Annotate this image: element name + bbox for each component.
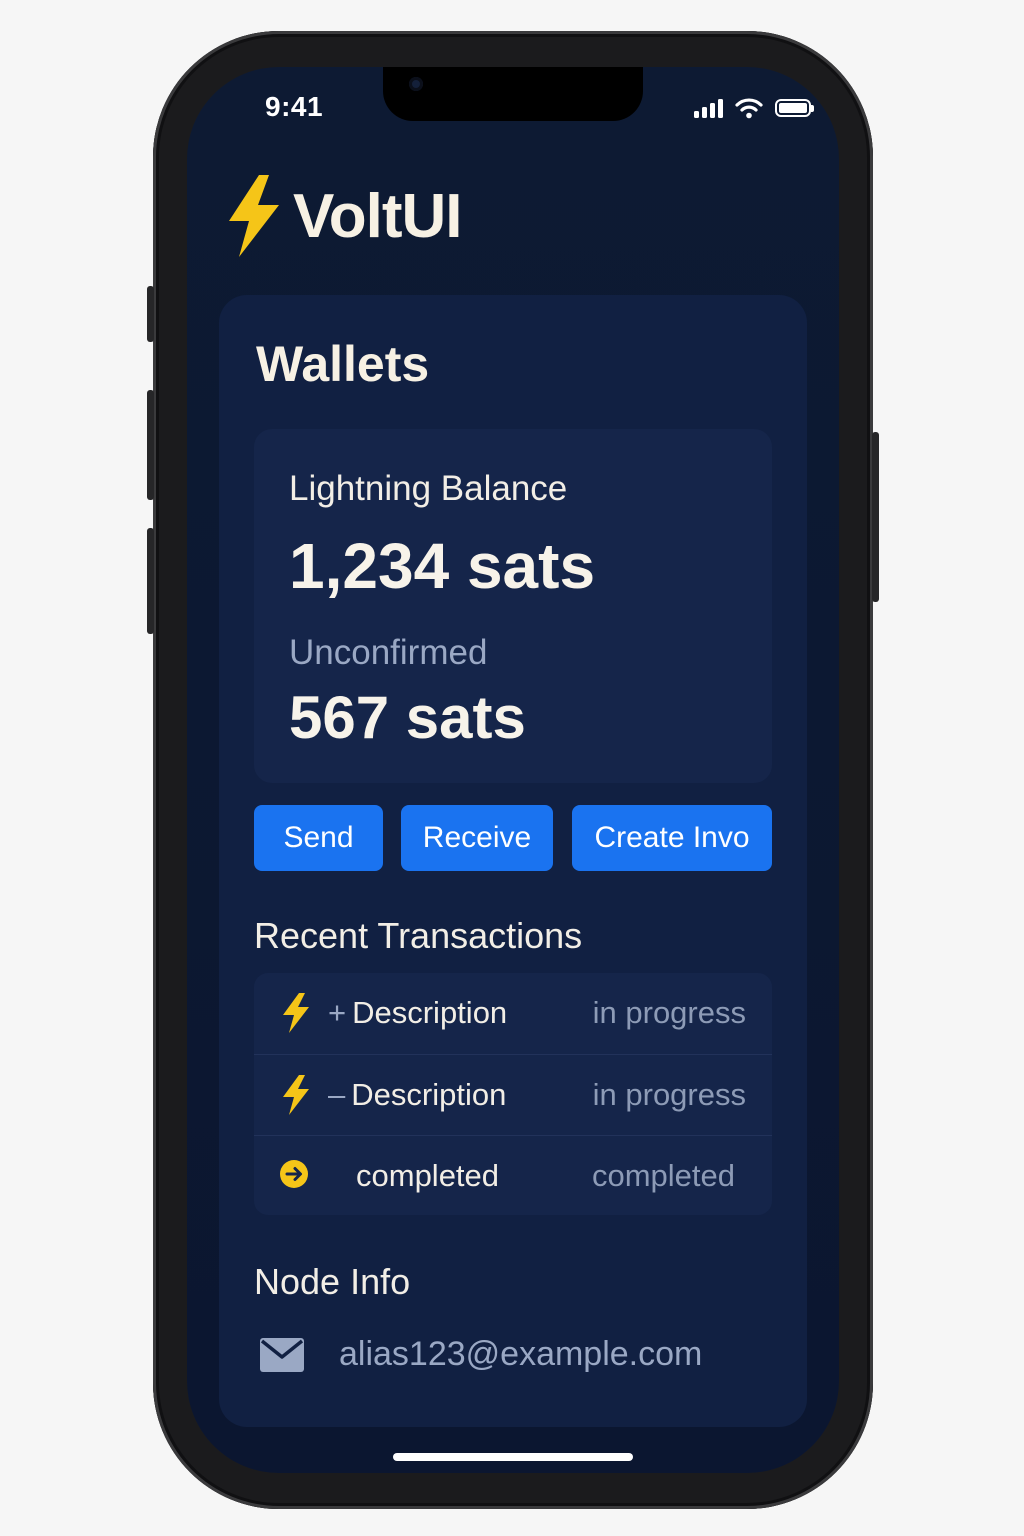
transactions-list: + Description in progress – Description in… bbox=[254, 973, 772, 1215]
node-email: alias123@example.com bbox=[339, 1335, 703, 1373]
wallets-title: Wallets bbox=[256, 336, 430, 392]
mute-switch bbox=[147, 286, 154, 342]
transaction-row[interactable]: completed completed bbox=[254, 1135, 772, 1215]
battery-icon bbox=[775, 99, 814, 117]
recent-transactions-title: Recent Transactions bbox=[254, 915, 583, 956]
node-email-row[interactable]: alias123@example.com bbox=[259, 1335, 702, 1374]
transaction-status: completed bbox=[591, 1158, 735, 1193]
lightning-bolt-icon bbox=[283, 1075, 309, 1115]
home-indicator[interactable] bbox=[393, 1453, 633, 1461]
lightning-logo-icon bbox=[229, 175, 279, 257]
node-info-title: Node Info bbox=[254, 1261, 411, 1302]
status-icons bbox=[694, 97, 814, 119]
app-header: VoltUI bbox=[225, 175, 462, 257]
camera-icon bbox=[409, 77, 423, 91]
receive-button[interactable]: Receive bbox=[401, 805, 553, 871]
balance-value: 1,234 sats bbox=[289, 530, 596, 602]
create-invoice-button[interactable]: Create Invo bbox=[572, 805, 772, 871]
app-title: VoltUI bbox=[293, 181, 462, 251]
lightning-bolt-icon bbox=[283, 993, 309, 1033]
wifi-icon bbox=[735, 98, 763, 119]
unconfirmed-label: Unconfirmed bbox=[289, 633, 488, 672]
cellular-signal-icon bbox=[694, 98, 723, 118]
balance-card: Lightning Balance 1,234 sats Unconfirmed… bbox=[254, 429, 772, 783]
unconfirmed-value: 567 sats bbox=[289, 684, 526, 751]
transaction-sign: – bbox=[328, 1077, 346, 1112]
transaction-description: completed bbox=[356, 1158, 500, 1193]
send-button[interactable]: Send bbox=[254, 805, 383, 871]
transaction-description: – Description bbox=[328, 1077, 507, 1112]
arrow-right-circle-icon bbox=[280, 1160, 308, 1188]
status-time: 9:41 bbox=[265, 91, 324, 122]
transaction-status: in progress bbox=[592, 995, 746, 1030]
volume-up-button bbox=[147, 390, 154, 500]
power-button bbox=[872, 432, 879, 602]
phone-screen: 9:41 VoltUI Wallets Lightning Balance 1,… bbox=[187, 67, 839, 1473]
transaction-row[interactable]: – Description in progress bbox=[254, 1054, 772, 1135]
volume-down-button bbox=[147, 528, 154, 634]
wallets-panel: Wallets Lightning Balance 1,234 sats Unc… bbox=[219, 295, 807, 1427]
transaction-description: + Description bbox=[328, 995, 508, 1030]
transaction-sign: + bbox=[328, 995, 347, 1030]
transaction-status: in progress bbox=[592, 1077, 746, 1112]
balance-label: Lightning Balance bbox=[289, 469, 568, 508]
transaction-row[interactable]: + Description in progress bbox=[254, 973, 772, 1053]
mail-icon bbox=[260, 1337, 304, 1372]
notch bbox=[383, 67, 643, 121]
